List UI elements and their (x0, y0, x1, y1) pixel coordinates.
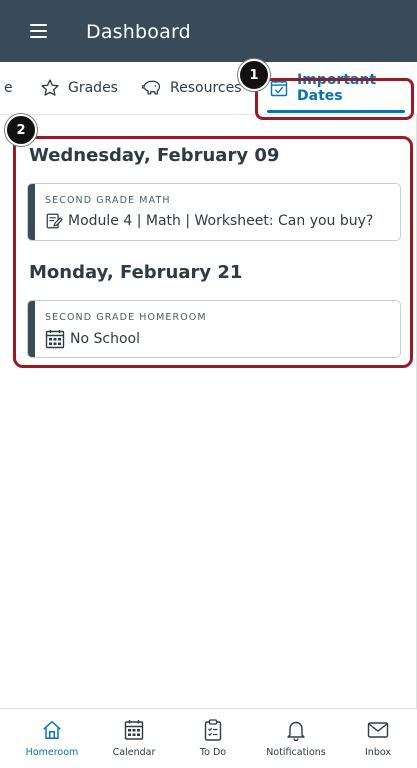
tab-grades-label: Grades (68, 80, 118, 96)
nav-homeroom[interactable]: Homeroom (22, 709, 82, 768)
nav-notifications-label: Notifications (266, 747, 326, 758)
item-title: No School (70, 331, 140, 347)
app-frame: Dashboard e Grades Resources Important D… (0, 0, 417, 768)
tab-grades[interactable]: Grades (40, 62, 118, 114)
important-date-item[interactable]: SECOND GRADE MATH Module 4 | Math | Work… (27, 183, 401, 241)
date-heading: Wednesday, February 09 (29, 145, 280, 166)
bell-icon (286, 719, 306, 741)
nav-calendar-label: Calendar (112, 747, 156, 758)
callout-badge-2: 2 (5, 114, 37, 146)
top-app-bar: Dashboard (0, 0, 417, 62)
tab-partial-label: e (4, 80, 13, 96)
home-icon (41, 719, 63, 741)
star-icon (40, 78, 60, 98)
tab-partial[interactable]: e (4, 62, 13, 114)
nav-todo[interactable]: To Do (188, 709, 238, 768)
important-date-item[interactable]: SECOND GRADE HOMEROOM No School (27, 300, 401, 358)
page-title: Dashboard (86, 21, 191, 43)
nav-notifications[interactable]: Notifications (262, 709, 330, 768)
nav-todo-label: To Do (199, 747, 227, 758)
item-title: Module 4 | Math | Worksheet: Can you buy… (68, 213, 374, 229)
course-name: SECOND GRADE HOMEROOM (45, 312, 207, 323)
date-heading: Monday, February 21 (29, 262, 243, 283)
item-row: Module 4 | Math | Worksheet: Can you buy… (45, 212, 373, 230)
mail-icon (367, 719, 389, 741)
nav-inbox[interactable]: Inbox (356, 709, 400, 768)
nav-homeroom-label: Homeroom (25, 747, 79, 758)
hamburger-menu-icon[interactable] (30, 24, 47, 38)
nav-calendar[interactable]: Calendar (106, 709, 162, 768)
piggy-bank-icon (140, 78, 162, 98)
course-color-bar (28, 301, 35, 357)
bottom-navigation: Homeroom Calendar To Do Notifications In… (0, 708, 417, 768)
calendar-icon (124, 719, 144, 741)
callout-highlight-1 (255, 78, 414, 120)
item-row: No School (45, 329, 140, 349)
callout-badge-1: 1 (238, 59, 270, 91)
calendar-event-icon (45, 329, 65, 349)
nav-inbox-label: Inbox (365, 747, 391, 758)
todo-icon (203, 719, 223, 741)
tab-resources-label: Resources (170, 80, 242, 96)
assignment-icon (45, 212, 63, 230)
course-name: SECOND GRADE MATH (45, 195, 171, 206)
course-color-bar (28, 184, 35, 240)
tab-resources[interactable]: Resources (140, 62, 242, 114)
